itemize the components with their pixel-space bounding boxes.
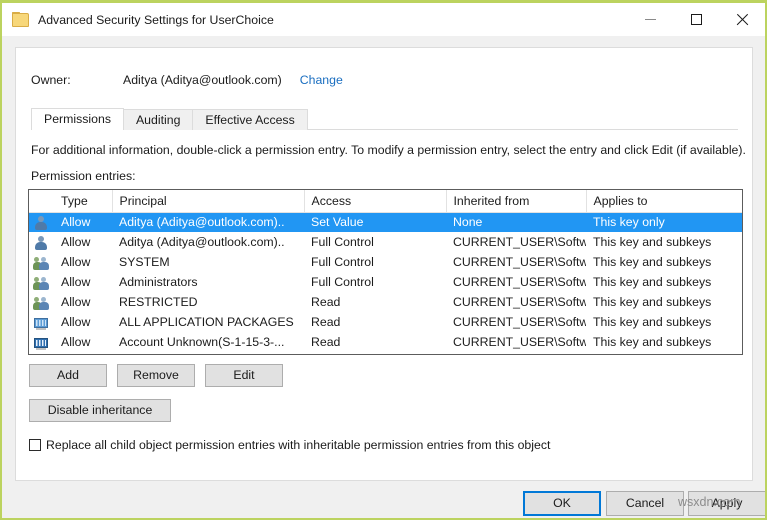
cell-access: Full Control (304, 232, 446, 252)
column-header-principal[interactable]: Principal (112, 190, 304, 212)
row-icon-cell (29, 272, 54, 292)
main-panel: Owner: Aditya (Aditya@outlook.com) Chang… (15, 47, 753, 481)
cell-inherited-from: None (446, 212, 586, 232)
permission-entries-table[interactable]: Type Principal Access Inherited from App… (28, 189, 743, 355)
column-header-applies-to[interactable]: Applies to (586, 190, 743, 212)
table-row[interactable]: Allow Administrators Full Control CURREN… (29, 272, 743, 292)
row-icon-cell (29, 212, 54, 232)
cell-inherited-from: CURRENT_USER\Softw... (446, 292, 586, 312)
close-icon (736, 13, 749, 26)
group-icon (33, 275, 49, 291)
cell-type: Allow (54, 312, 112, 332)
cell-applies-to: This key and subkeys (586, 332, 743, 352)
cell-type: Allow (54, 332, 112, 352)
edit-button[interactable]: Edit (205, 364, 283, 387)
cell-principal: Aditya (Aditya@outlook.com).. (112, 232, 304, 252)
folder-icon (12, 12, 29, 27)
cell-applies-to: This key and subkeys (586, 312, 743, 332)
cell-applies-to: This key and subkeys (586, 252, 743, 272)
row-icon-cell (29, 312, 54, 332)
advanced-security-settings-window: Advanced Security Settings for UserChoic… (0, 0, 767, 520)
column-header-type[interactable]: Type (54, 190, 112, 212)
table-row[interactable]: Allow Aditya (Aditya@outlook.com).. Full… (29, 232, 743, 252)
cell-access: Set Value (304, 212, 446, 232)
table-header-row: Type Principal Access Inherited from App… (29, 190, 743, 212)
row-icon-cell (29, 232, 54, 252)
owner-value: Aditya (Aditya@outlook.com) (123, 73, 282, 87)
change-owner-link[interactable]: Change (300, 73, 343, 87)
replace-child-permissions-checkbox[interactable] (29, 439, 41, 451)
description-text: For additional information, double-click… (31, 143, 746, 157)
cell-inherited-from: CURRENT_USER\Softw... (446, 252, 586, 272)
app-package-icon (33, 335, 49, 351)
window-controls (627, 3, 765, 36)
cell-access: Read (304, 332, 446, 352)
row-icon-cell (29, 332, 54, 352)
group-icon (33, 255, 49, 271)
table-row[interactable]: Allow RESTRICTED Read CURRENT_USER\Softw… (29, 292, 743, 312)
title-bar: Advanced Security Settings for UserChoic… (2, 3, 765, 36)
cell-type: Allow (54, 212, 112, 232)
table-row[interactable]: Allow SYSTEM Full Control CURRENT_USER\S… (29, 252, 743, 272)
column-header-access[interactable]: Access (304, 190, 446, 212)
ok-button[interactable]: OK (523, 491, 601, 516)
cell-type: Allow (54, 272, 112, 292)
tab-bar: Permissions Auditing Effective Access (31, 108, 738, 130)
cell-applies-to: This key and subkeys (586, 232, 743, 252)
add-button[interactable]: Add (29, 364, 107, 387)
replace-child-permissions-row[interactable]: Replace all child object permission entr… (29, 438, 550, 452)
cell-principal: Account Unknown(S-1-15-3-... (112, 332, 304, 352)
table-row[interactable]: Allow ALL APPLICATION PACKAGES Read CURR… (29, 312, 743, 332)
cell-inherited-from: CURRENT_USER\Softw... (446, 272, 586, 292)
maximize-icon (691, 14, 702, 25)
dialog-content: Owner: Aditya (Aditya@outlook.com) Chang… (2, 36, 765, 518)
table-row[interactable]: Allow Aditya (Aditya@outlook.com).. Set … (29, 212, 743, 232)
minimize-icon (645, 19, 656, 20)
apply-button[interactable]: Apply (688, 491, 766, 516)
cell-access: Read (304, 292, 446, 312)
cell-access: Full Control (304, 272, 446, 292)
user-icon (33, 215, 49, 231)
cell-inherited-from: CURRENT_USER\Softw... (446, 312, 586, 332)
cell-applies-to: This key and subkeys (586, 272, 743, 292)
owner-label: Owner: (31, 73, 123, 87)
app-package-icon (33, 315, 49, 331)
cell-inherited-from: CURRENT_USER\Softw... (446, 232, 586, 252)
window-title: Advanced Security Settings for UserChoic… (38, 13, 274, 27)
row-icon-cell (29, 252, 54, 272)
tab-auditing[interactable]: Auditing (123, 109, 193, 130)
group-icon (33, 295, 49, 311)
cancel-button[interactable]: Cancel (606, 491, 684, 516)
cell-applies-to: This key only (586, 212, 743, 232)
permission-entries-label: Permission entries: (31, 169, 136, 183)
cell-principal: SYSTEM (112, 252, 304, 272)
column-header-icon (29, 190, 54, 212)
owner-row: Owner: Aditya (Aditya@outlook.com) Chang… (31, 73, 343, 87)
cell-access: Full Control (304, 252, 446, 272)
cell-principal: ALL APPLICATION PACKAGES (112, 312, 304, 332)
row-icon-cell (29, 292, 54, 312)
replace-child-permissions-label: Replace all child object permission entr… (46, 438, 550, 452)
cell-inherited-from: CURRENT_USER\Softw... (446, 332, 586, 352)
cell-principal: RESTRICTED (112, 292, 304, 312)
cell-principal: Administrators (112, 272, 304, 292)
minimize-button[interactable] (627, 3, 673, 36)
close-button[interactable] (719, 3, 765, 36)
cell-principal: Aditya (Aditya@outlook.com).. (112, 212, 304, 232)
disable-inheritance-button[interactable]: Disable inheritance (29, 399, 171, 422)
column-header-inherited-from[interactable]: Inherited from (446, 190, 586, 212)
cell-access: Read (304, 312, 446, 332)
cell-type: Allow (54, 252, 112, 272)
tab-effective-access[interactable]: Effective Access (192, 109, 307, 130)
cell-applies-to: This key and subkeys (586, 292, 743, 312)
cell-type: Allow (54, 292, 112, 312)
maximize-button[interactable] (673, 3, 719, 36)
cell-type: Allow (54, 232, 112, 252)
table-row[interactable]: Allow Account Unknown(S-1-15-3-... Read … (29, 332, 743, 352)
user-icon (33, 235, 49, 251)
tab-permissions[interactable]: Permissions (31, 108, 124, 130)
remove-button[interactable]: Remove (117, 364, 195, 387)
